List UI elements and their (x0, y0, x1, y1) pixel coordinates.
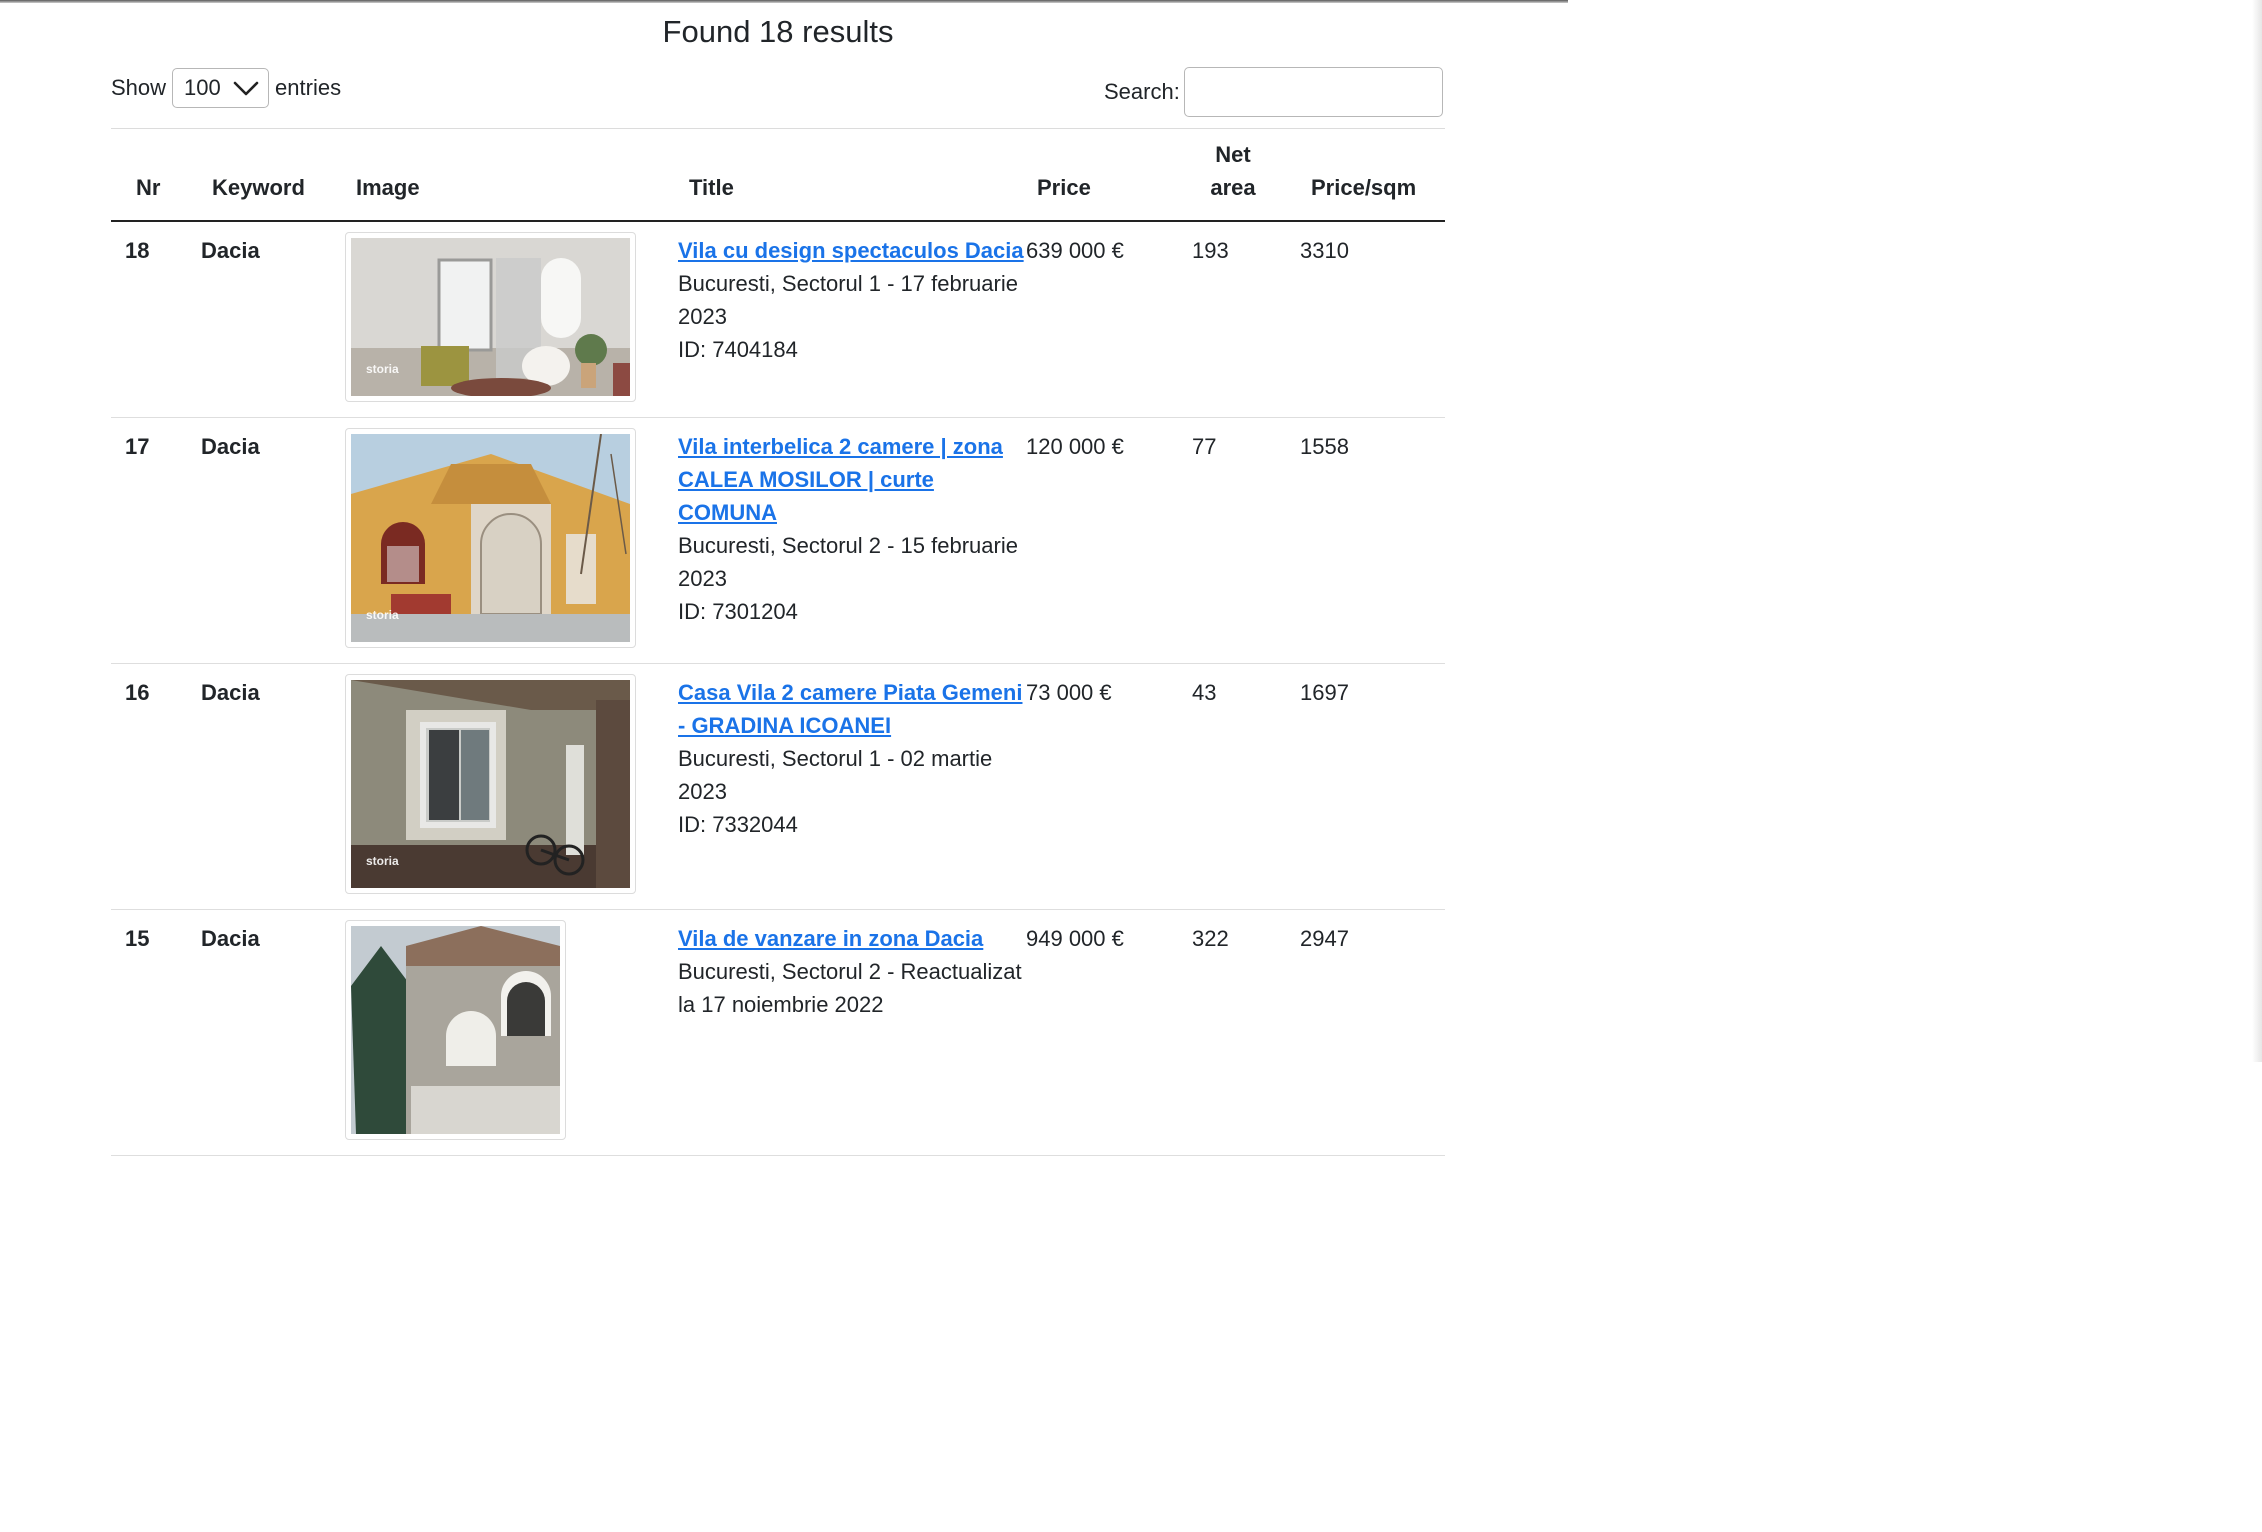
listing-thumbnail-frame[interactable]: storia (345, 232, 636, 402)
entries-length-control: Show 100 entries (111, 67, 341, 109)
listing-title-link[interactable]: Casa Vila 2 camere Piata Gemeni - GRADIN… (678, 680, 1022, 738)
cell-keyword: Dacia (201, 663, 345, 910)
cell-nr: 15 (111, 909, 201, 1156)
listing-location: Bucuresti, Sectorul 1 - 17 februarie 202… (678, 271, 1018, 329)
cell-image: storia (345, 417, 678, 664)
listing-thumbnail[interactable]: storia (351, 434, 630, 642)
watermark: storia (366, 608, 399, 622)
cell-nr: 17 (111, 417, 201, 664)
column-header-price[interactable]: Price (1026, 138, 1192, 222)
cell-net-area: 77 (1192, 417, 1300, 664)
cell-image (345, 909, 678, 1156)
search-input[interactable] (1183, 66, 1443, 117)
cell-title: Casa Vila 2 camere Piata Gemeni - GRADIN… (678, 663, 1026, 910)
table-row: 16 Dacia storia Casa Vila 2 camere Piata… (111, 663, 1445, 910)
cell-nr: 16 (111, 663, 201, 910)
cell-price: 120 000 € (1026, 417, 1192, 664)
cell-price: 73 000 € (1026, 663, 1192, 910)
cell-price-sqm: 2947 (1300, 909, 1445, 1156)
listing-id: ID: 7404184 (678, 337, 798, 362)
cell-net-area: 322 (1192, 909, 1300, 1156)
listing-title-link[interactable]: Vila interbelica 2 camere | zona CALEA M… (678, 434, 1003, 525)
listing-title-link[interactable]: Vila cu design spectaculos Dacia (678, 238, 1024, 263)
listing-thumbnail-frame[interactable]: storia (345, 674, 636, 894)
cell-image: storia (345, 663, 678, 910)
cell-title: Vila de vanzare in zona Dacia Bucuresti,… (678, 909, 1026, 1156)
listing-thumbnail-frame[interactable]: storia (345, 428, 636, 648)
villa-exterior-photo (351, 926, 560, 1134)
cell-keyword: Dacia (201, 909, 345, 1156)
cell-image: storia (345, 221, 678, 418)
listing-id: ID: 7332044 (678, 812, 798, 837)
show-label: Show (111, 75, 167, 100)
watermark: storia (366, 362, 399, 376)
entries-select[interactable]: 100 (172, 68, 270, 108)
cell-price-sqm: 3310 (1300, 221, 1445, 418)
column-header-price-sqm[interactable]: Price/sqm (1300, 138, 1445, 222)
window-top-edge (0, 0, 1568, 3)
cell-title: Vila cu design spectaculos Dacia Bucures… (678, 221, 1026, 418)
watermark: storia (366, 854, 399, 868)
column-header-title[interactable]: Title (678, 138, 1026, 222)
results-table: Nr Keyword Image Title Price Net area Pr… (111, 138, 1445, 1156)
column-header-image[interactable]: Image (345, 138, 678, 222)
cell-title: Vila interbelica 2 camere | zona CALEA M… (678, 417, 1026, 664)
listing-thumbnail[interactable] (351, 926, 560, 1134)
table-row: 18 Dacia storia Vila cu design spectacul… (111, 221, 1445, 418)
cell-price: 949 000 € (1026, 909, 1192, 1156)
cell-price-sqm: 1697 (1300, 663, 1445, 910)
cell-keyword: Dacia (201, 417, 345, 664)
entries-select-value: 100 (184, 75, 221, 100)
table-row: 15 Dacia Vila de vanzare in zona Dacia B… (111, 909, 1445, 1156)
page-title: Found 18 results (662, 14, 894, 49)
divider (111, 128, 1445, 129)
entries-label: entries (275, 75, 342, 100)
chevron-down-icon (233, 81, 259, 96)
table-row: 17 Dacia storia Vila interbelica 2 camer… (111, 417, 1445, 664)
cell-price: 639 000 € (1026, 221, 1192, 418)
listing-id: ID: 7301204 (678, 599, 798, 624)
cell-price-sqm: 1558 (1300, 417, 1445, 664)
listing-thumbnail[interactable]: storia (351, 238, 630, 396)
listing-location: Bucuresti, Sectorul 2 - Reactualizat la … (678, 959, 1022, 1017)
listing-thumbnail-frame[interactable] (345, 920, 566, 1140)
listing-thumbnail[interactable]: storia (351, 680, 630, 888)
cell-keyword: Dacia (201, 221, 345, 418)
listing-title-link[interactable]: Vila de vanzare in zona Dacia (678, 926, 983, 951)
table-header-row: Nr Keyword Image Title Price Net area Pr… (111, 138, 1445, 222)
listing-location: Bucuresti, Sectorul 2 - 15 februarie 202… (678, 533, 1018, 591)
cell-net-area: 43 (1192, 663, 1300, 910)
column-header-net-area[interactable]: Net area (1192, 138, 1300, 222)
window-right-edge (2252, 0, 2262, 1062)
listing-location: Bucuresti, Sectorul 1 - 02 martie 2023 (678, 746, 993, 804)
search-label: Search: (1104, 78, 1180, 104)
cell-nr: 18 (111, 221, 201, 418)
search-control: Search: (1104, 66, 1443, 117)
column-header-keyword[interactable]: Keyword (201, 138, 345, 222)
column-header-nr[interactable]: Nr (111, 138, 201, 222)
cell-net-area: 193 (1192, 221, 1300, 418)
